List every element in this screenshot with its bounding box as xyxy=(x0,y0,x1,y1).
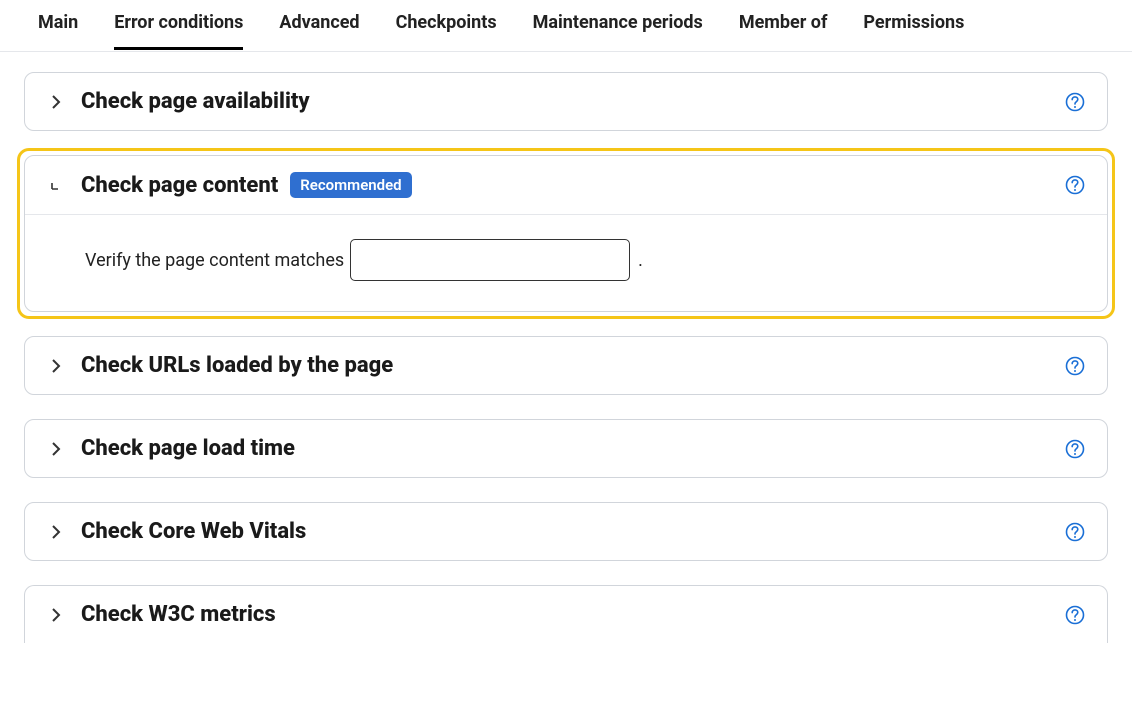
tab-main[interactable]: Main xyxy=(38,2,78,50)
panel-load-time-header[interactable]: Check page load time xyxy=(25,420,1107,477)
panel-urls: Check URLs loaded by the page xyxy=(24,336,1108,395)
content-match-suffix: . xyxy=(638,250,643,271)
collapse-icon xyxy=(47,179,65,191)
panel-load-time-title: Check page load time xyxy=(81,436,295,461)
content-match-label: Verify the page content matches xyxy=(85,250,344,271)
chevron-right-icon xyxy=(47,525,65,539)
panel-w3c-metrics-header[interactable]: Check W3C metrics xyxy=(25,586,1107,643)
panel-content-title: Check page content xyxy=(81,173,278,198)
panel-core-web-vitals-title: Check Core Web Vitals xyxy=(81,519,306,544)
panel-core-web-vitals-header[interactable]: Check Core Web Vitals xyxy=(25,503,1107,560)
panel-content: Check page content Recommended Verify th… xyxy=(24,155,1108,312)
panels-container: Check page availability Check page conte… xyxy=(0,52,1132,643)
panel-load-time: Check page load time xyxy=(24,419,1108,478)
panel-urls-title: Check URLs loaded by the page xyxy=(81,353,393,378)
tab-permissions[interactable]: Permissions xyxy=(863,2,964,50)
chevron-right-icon xyxy=(47,95,65,109)
help-icon[interactable] xyxy=(1065,522,1085,542)
tab-error-conditions[interactable]: Error conditions xyxy=(114,2,243,50)
chevron-right-icon xyxy=(47,608,65,622)
help-icon[interactable] xyxy=(1065,92,1085,112)
panel-content-highlight: Check page content Recommended Verify th… xyxy=(17,148,1115,319)
help-icon[interactable] xyxy=(1065,175,1085,195)
recommended-badge: Recommended xyxy=(290,172,411,198)
panel-core-web-vitals: Check Core Web Vitals xyxy=(24,502,1108,561)
panel-urls-header[interactable]: Check URLs loaded by the page xyxy=(25,337,1107,394)
tab-advanced[interactable]: Advanced xyxy=(279,2,359,50)
help-icon[interactable] xyxy=(1065,356,1085,376)
panel-availability: Check page availability xyxy=(24,72,1108,131)
help-icon[interactable] xyxy=(1065,439,1085,459)
content-match-input[interactable] xyxy=(350,239,630,281)
chevron-right-icon xyxy=(47,359,65,373)
tab-member-of[interactable]: Member of xyxy=(739,2,828,50)
panel-availability-header[interactable]: Check page availability xyxy=(25,73,1107,130)
help-icon[interactable] xyxy=(1065,605,1085,625)
panel-content-header[interactable]: Check page content Recommended xyxy=(25,156,1107,214)
tab-maintenance-periods[interactable]: Maintenance periods xyxy=(533,2,703,50)
panel-availability-title: Check page availability xyxy=(81,89,310,114)
panel-content-body: Verify the page content matches . xyxy=(25,214,1107,311)
chevron-right-icon xyxy=(47,442,65,456)
tab-checkpoints[interactable]: Checkpoints xyxy=(396,2,497,50)
panel-w3c-metrics-title: Check W3C metrics xyxy=(81,602,276,627)
tab-bar: Main Error conditions Advanced Checkpoin… xyxy=(0,0,1132,52)
panel-w3c-metrics: Check W3C metrics xyxy=(24,585,1108,643)
